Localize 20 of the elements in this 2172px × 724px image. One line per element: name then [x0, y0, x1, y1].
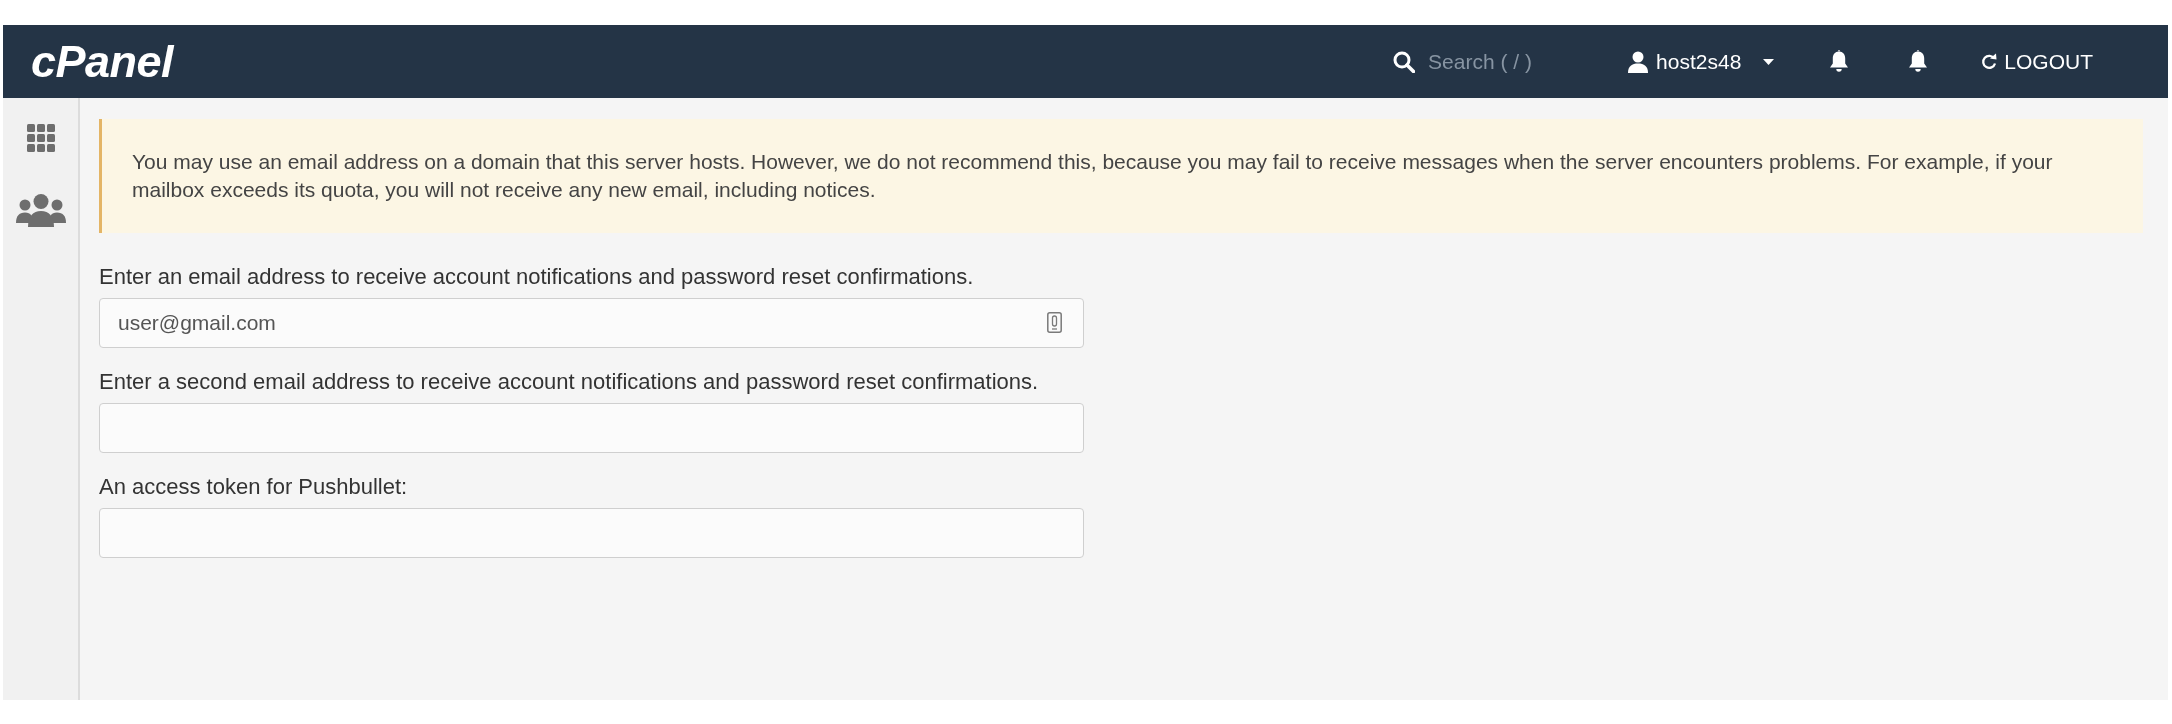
users-icon[interactable]: [15, 194, 66, 227]
user-icon: [1628, 50, 1649, 73]
caret-icon: [1763, 58, 1775, 65]
field-label: Enter a second email address to receive account notifications and password reset confirmations.: [99, 368, 1040, 395]
bell-icon[interactable]: [1829, 50, 1850, 73]
logo[interactable]: cPanel: [31, 39, 174, 84]
user-menu-button[interactable]: host2s48: [1628, 49, 1775, 74]
bell-icon[interactable]: [1908, 50, 1929, 73]
field-label: Enter an email address to receive account notifications and password reset confirmations.: [99, 263, 975, 290]
circular-arrow-icon: [1981, 53, 1998, 70]
alert-message: You may use an email address on a domain that this server hosts. However, we do not recommend this, because you may fail to receive messages when the server encounters problems. For example, if your mailbox exceeds its quota, you will not receive any new email, including notices.: [132, 149, 2054, 203]
capsule-icon[interactable]: [1047, 312, 1062, 333]
input-field[interactable]: [99, 403, 1084, 453]
input-field[interactable]: user@gmail.com: [99, 298, 1084, 348]
search-field[interactable]: Search ( / ): [1428, 49, 1629, 74]
input-field[interactable]: [99, 508, 1084, 558]
grid-icon[interactable]: [26, 124, 55, 152]
field-label: An access token for Pushbullet:: [99, 473, 409, 500]
logout-button[interactable]: LOGOUT: [1981, 49, 2093, 74]
search-icon[interactable]: [1393, 50, 1416, 73]
